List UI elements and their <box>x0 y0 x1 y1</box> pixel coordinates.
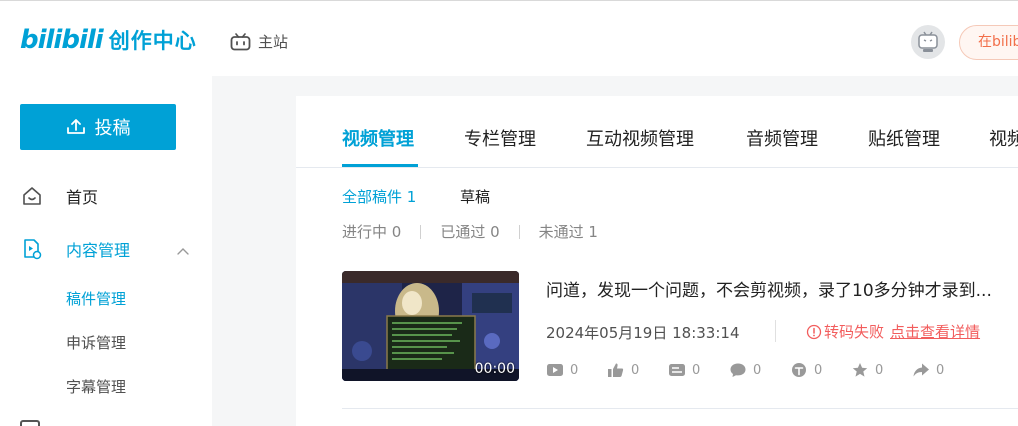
tab-bar: 视频管理 专栏管理 互动视频管理 音频管理 贴纸管理 视频 <box>296 96 1018 168</box>
sidebar-subitem-manuscripts[interactable]: 稿件管理 <box>66 288 126 309</box>
stat-comments: 0 <box>729 362 790 378</box>
stat-likes-count: 0 <box>631 362 640 378</box>
transcode-failed-status: 转码失败 点击查看详情 <box>806 321 980 342</box>
main-site-label: 主站 <box>258 33 289 51</box>
active-tab-indicator <box>342 164 418 167</box>
sidebar-item-content-label: 内容管理 <box>66 241 131 260</box>
video-duration: 00:00 <box>474 361 515 377</box>
creator-center-title: 创作中心 <box>108 29 197 53</box>
divider <box>420 224 422 239</box>
transcode-failed-label: 转码失败 <box>824 323 885 341</box>
stat-comments-count: 0 <box>753 362 762 378</box>
danmaku-icon <box>669 364 685 376</box>
stat-danmaku-count: 0 <box>692 362 701 378</box>
comment-icon <box>730 363 746 377</box>
tab-article-manage[interactable]: 专栏管理 <box>464 125 536 151</box>
stat-coins: 0 <box>790 362 851 378</box>
status-in-progress[interactable]: 进行中 0 <box>342 221 401 242</box>
status-rejected[interactable]: 未通过 1 <box>539 221 598 242</box>
content-file-icon <box>20 237 44 261</box>
home-icon <box>20 184 44 208</box>
stat-shares: 0 <box>912 362 973 378</box>
content-panel: 视频管理 专栏管理 互动视频管理 音频管理 贴纸管理 视频 全部稿件 1 草稿 … <box>296 96 1018 426</box>
stat-plays-count: 0 <box>570 362 579 378</box>
play-icon <box>547 364 563 376</box>
stat-danmaku: 0 <box>668 362 729 378</box>
tab-video-manage[interactable]: 视频管理 <box>342 125 414 151</box>
chevron-up-icon[interactable] <box>176 241 190 260</box>
tab-audio-manage[interactable]: 音频管理 <box>746 125 818 151</box>
bilibili-logo-mark: bilibili <box>20 25 104 55</box>
coin-icon <box>792 363 806 377</box>
top-header: bilibili 创作中心 主站 在bilibili <box>0 0 1018 76</box>
share-icon <box>913 363 929 377</box>
user-avatar[interactable] <box>911 25 945 59</box>
partial-nav-icon <box>20 420 40 426</box>
video-thumbnail[interactable]: 00:00 <box>342 271 519 381</box>
stat-favorites-count: 0 <box>875 362 884 378</box>
video-stats: 0 0 0 0 0 0 0 <box>546 362 973 378</box>
info-circle-icon <box>806 324 822 339</box>
sidebar-subitem-appeals[interactable]: 申诉管理 <box>66 332 126 353</box>
thumbs-up-icon <box>608 363 624 377</box>
stat-coins-count: 0 <box>814 362 823 378</box>
star-icon <box>852 363 868 377</box>
main-site-link[interactable]: 主站 <box>230 31 288 52</box>
tv-icon <box>230 32 251 50</box>
logo[interactable]: bilibili 创作中心 <box>20 25 197 55</box>
upload-video-button[interactable]: 投稿 <box>20 104 176 150</box>
video-upload-date: 2024年05月19日 18:33:14 <box>546 324 740 342</box>
tab-video-partial[interactable]: 视频 <box>989 125 1018 151</box>
tab-sticker-manage[interactable]: 贴纸管理 <box>868 125 940 151</box>
tv-mascot-icon <box>918 31 938 52</box>
view-details-link[interactable]: 点击查看详情 <box>890 321 980 342</box>
sidebar-item-home-label: 首页 <box>66 188 99 207</box>
stat-shares-count: 0 <box>936 362 945 378</box>
stat-likes: 0 <box>607 362 668 378</box>
sidebar-item-content-manage[interactable]: 内容管理 <box>20 237 190 261</box>
filter-drafts[interactable]: 草稿 <box>460 186 490 207</box>
sidebar: 投稿 首页 内容管理 稿件管理 申诉管理 字幕管理 <box>0 76 212 426</box>
filter-all-manuscripts[interactable]: 全部稿件 1 <box>342 186 416 207</box>
video-title[interactable]: 问道，发现一个问题，不会剪视频，录了10多分钟才录到... <box>546 276 1018 301</box>
upload-icon <box>66 119 85 134</box>
stat-favorites: 0 <box>851 362 912 378</box>
list-divider <box>342 408 1018 409</box>
stat-plays: 0 <box>546 362 607 378</box>
sidebar-subitem-subtitles[interactable]: 字幕管理 <box>66 376 126 397</box>
open-in-bilibili-button[interactable]: 在bilibili <box>959 25 1018 60</box>
divider <box>775 320 776 342</box>
upload-button-label: 投稿 <box>94 118 131 139</box>
sidebar-item-home[interactable]: 首页 <box>20 184 98 208</box>
tab-interactive-video-manage[interactable]: 互动视频管理 <box>586 125 694 151</box>
divider <box>518 224 520 239</box>
status-passed[interactable]: 已通过 0 <box>440 221 499 242</box>
status-filter-row: 进行中 0 已通过 0 未通过 1 <box>342 221 598 242</box>
